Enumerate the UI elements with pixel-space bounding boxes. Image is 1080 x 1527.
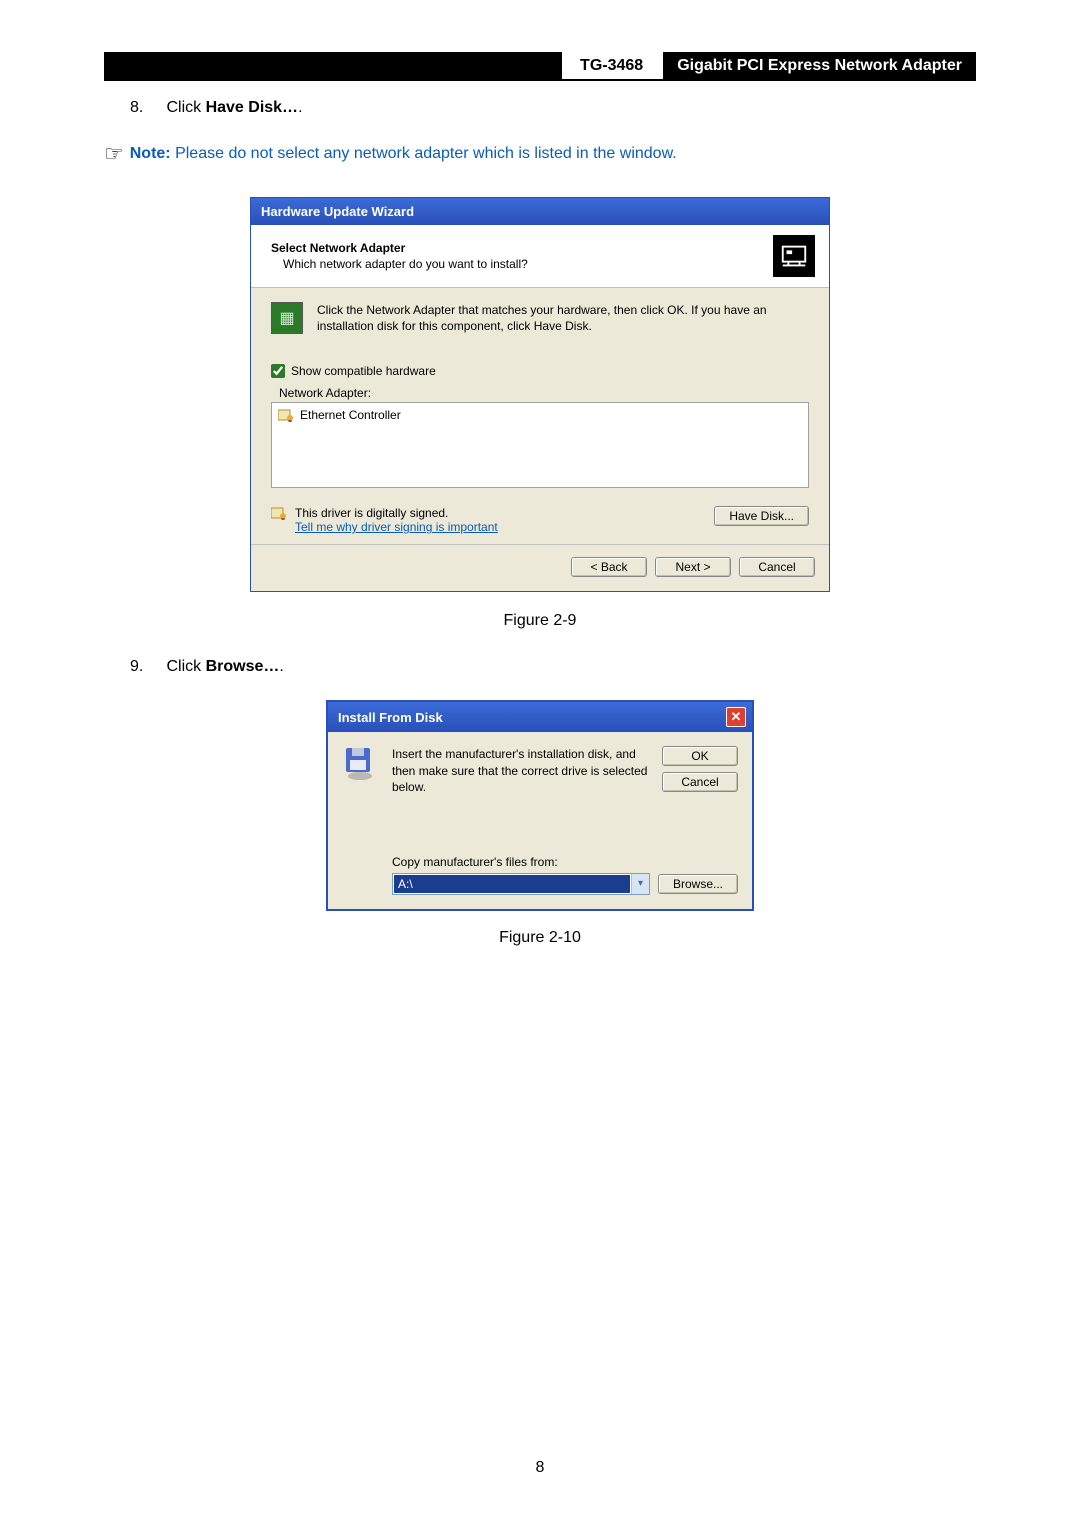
wizard-instruction-text: Click the Network Adapter that matches y…	[317, 302, 809, 334]
hardware-update-wizard-window: Hardware Update Wizard Select Network Ad…	[250, 197, 830, 592]
install-from-disk-window: Install From Disk ✕ Insert the manufactu…	[326, 700, 754, 911]
browse-button[interactable]: Browse...	[658, 874, 738, 894]
drive-combobox[interactable]: ▾	[392, 873, 650, 895]
next-button[interactable]: Next >	[655, 557, 731, 577]
step-8-suffix: .	[298, 99, 302, 116]
step-9-prefix: Click	[166, 658, 205, 675]
pointing-hand-icon: ☞	[104, 141, 124, 167]
drive-input[interactable]	[394, 875, 630, 893]
note-text: Please do not select any network adapter…	[171, 145, 677, 162]
floppy-disk-icon	[342, 746, 378, 782]
driver-signing-link[interactable]: Tell me why driver signing is important	[295, 520, 498, 534]
adapter-card-icon: ▦	[271, 302, 303, 334]
step-9-number: 9.	[130, 658, 162, 676]
network-adapter-icon	[773, 235, 815, 277]
ok-button[interactable]: OK	[662, 746, 738, 766]
step-8-number: 8.	[130, 99, 162, 117]
doc-header: TG-3468 Gigabit PCI Express Network Adap…	[104, 52, 976, 81]
show-compatible-checkbox-row[interactable]: Show compatible hardware	[271, 364, 809, 378]
driver-signed-text: This driver is digitally signed.	[295, 506, 498, 520]
ifd-title-text: Install From Disk	[338, 710, 443, 725]
signed-driver-icon	[271, 506, 287, 520]
ifd-titlebar: Install From Disk ✕	[328, 702, 752, 732]
step-9-bold: Browse…	[206, 658, 280, 675]
note-line: ☞ Note: Please do not select any network…	[104, 141, 976, 167]
network-adapter-listbox[interactable]: Ethernet Controller	[271, 402, 809, 488]
show-compatible-checkbox[interactable]	[271, 364, 285, 378]
signed-driver-icon	[278, 408, 294, 422]
wizard-footer: < Back Next > Cancel	[251, 544, 829, 591]
step-9-line: 9. Click Browse….	[130, 658, 976, 676]
wizard-head-subtitle: Which network adapter do you want to ins…	[283, 257, 528, 271]
step-8-bold: Have Disk…	[206, 99, 299, 116]
have-disk-button[interactable]: Have Disk...	[714, 506, 809, 526]
cancel-button[interactable]: Cancel	[662, 772, 738, 792]
wizard-head-title: Select Network Adapter	[271, 241, 528, 255]
close-button[interactable]: ✕	[726, 707, 746, 727]
product-label: Gigabit PCI Express Network Adapter	[663, 52, 976, 79]
model-label: TG-3468	[562, 52, 663, 79]
wizard-instruction-row: ▦ Click the Network Adapter that matches…	[271, 302, 809, 334]
figure-2-9-caption: Figure 2-9	[104, 612, 976, 630]
page-number: 8	[0, 1459, 1080, 1477]
step-9-suffix: .	[279, 658, 283, 675]
wizard-titlebar: Hardware Update Wizard	[251, 198, 829, 225]
wizard-header: Select Network Adapter Which network ada…	[251, 225, 829, 288]
figure-2-10-caption: Figure 2-10	[104, 929, 976, 947]
header-spacer	[104, 52, 562, 79]
copy-from-label: Copy manufacturer's files from:	[392, 855, 738, 869]
chevron-down-icon[interactable]: ▾	[631, 874, 649, 894]
step-8-prefix: Click	[166, 99, 205, 116]
back-button[interactable]: < Back	[571, 557, 647, 577]
step-8-line: 8. Click Have Disk….	[130, 99, 976, 117]
list-item[interactable]: Ethernet Controller	[278, 407, 802, 423]
note-label: Note:	[130, 145, 171, 162]
cancel-button[interactable]: Cancel	[739, 557, 815, 577]
network-adapter-list-label: Network Adapter:	[279, 386, 809, 400]
show-compatible-label: Show compatible hardware	[291, 364, 436, 378]
list-item-label: Ethernet Controller	[300, 408, 401, 422]
ifd-instruction-text: Insert the manufacturer's installation d…	[392, 746, 648, 795]
